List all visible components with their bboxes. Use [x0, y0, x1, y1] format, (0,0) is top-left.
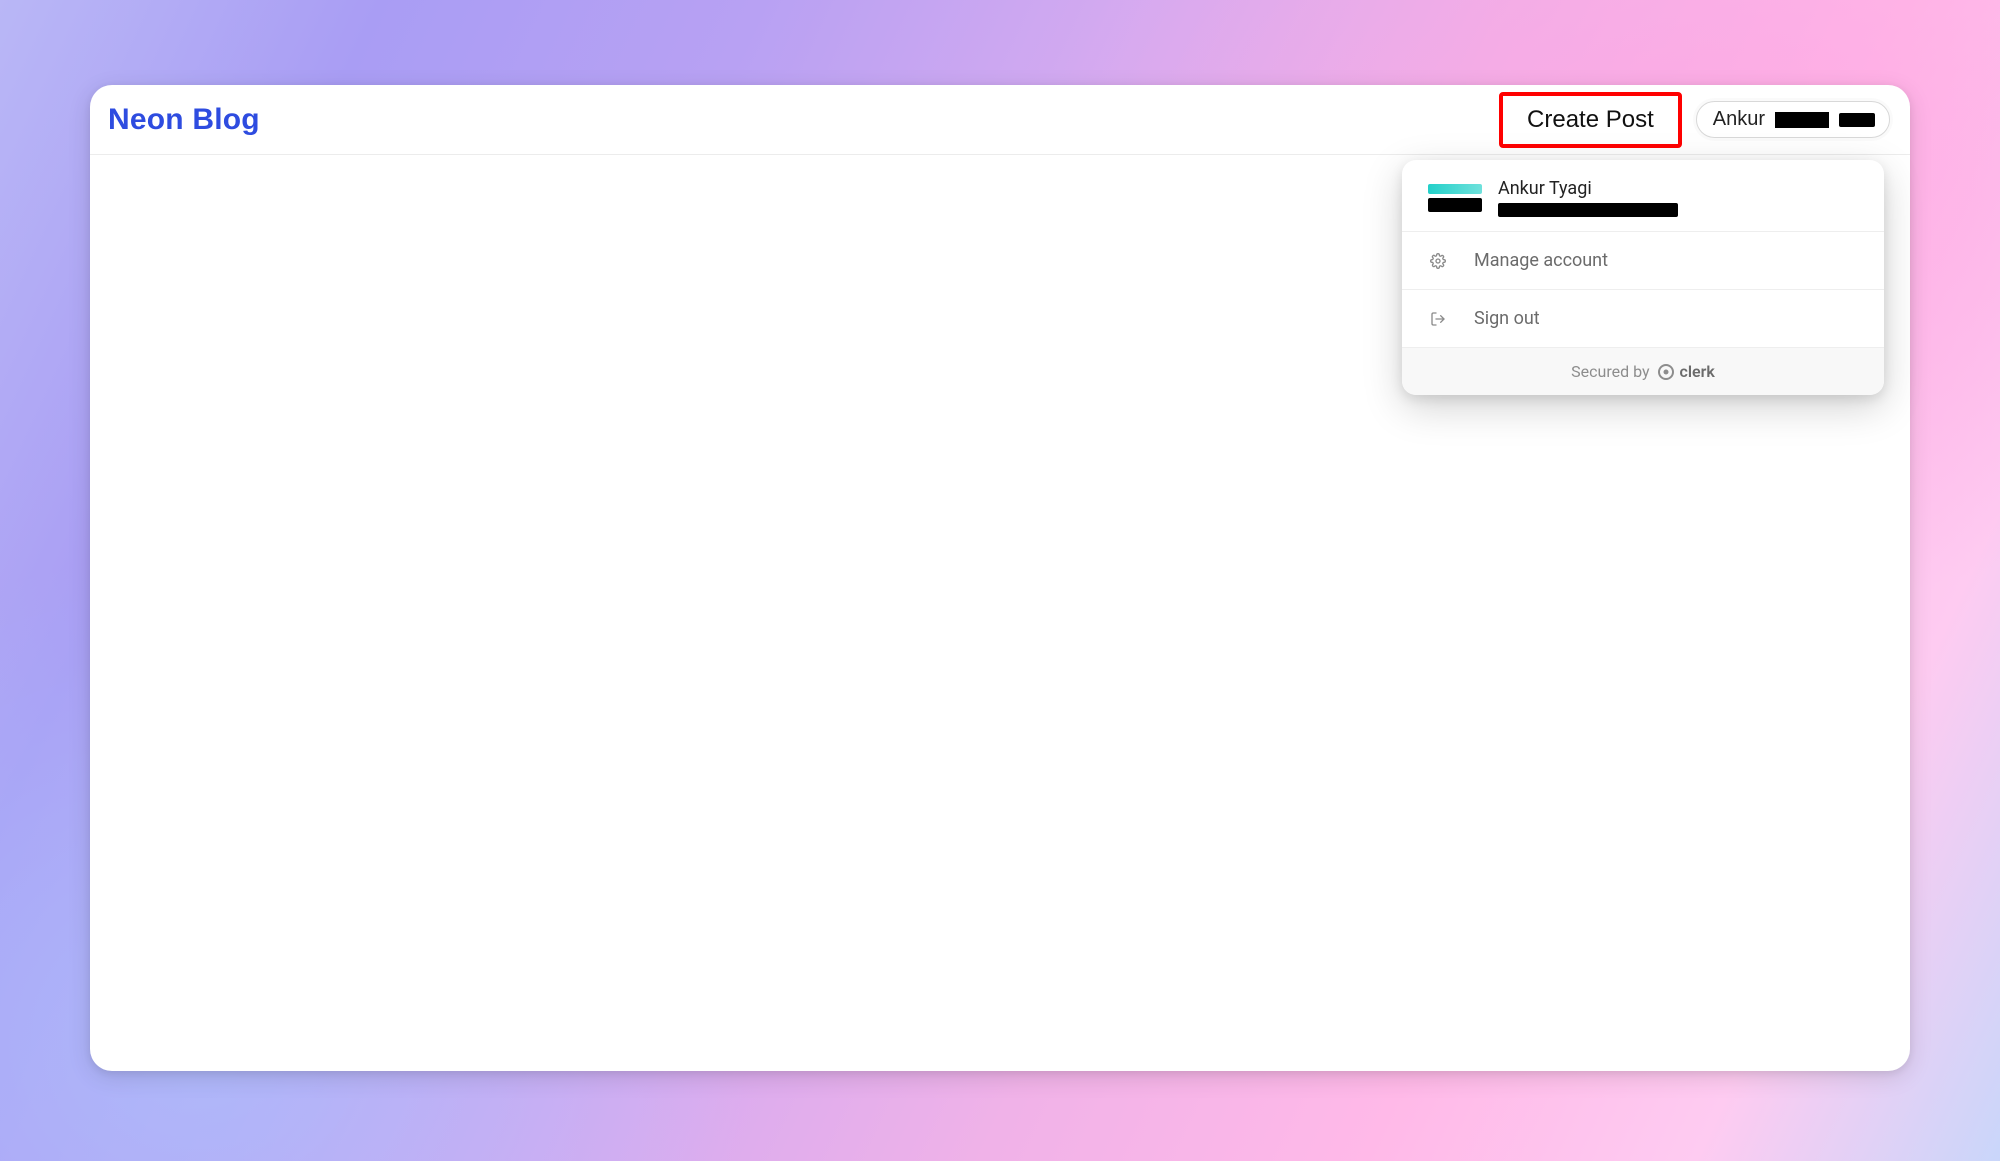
redacted-text: [1775, 112, 1829, 128]
app-window: Neon Blog Create Post Ankur Ankur Tyagi: [90, 85, 1910, 1071]
brand-link[interactable]: Neon Blog: [108, 103, 260, 137]
topbar: Neon Blog Create Post Ankur: [90, 85, 1910, 155]
create-post-button[interactable]: Create Post: [1505, 98, 1676, 142]
avatar: [1839, 113, 1875, 127]
main-content-area: [90, 155, 1910, 1071]
create-post-highlight: Create Post: [1499, 92, 1682, 148]
user-chip[interactable]: Ankur: [1696, 101, 1890, 138]
user-chip-name: Ankur: [1713, 108, 1765, 131]
